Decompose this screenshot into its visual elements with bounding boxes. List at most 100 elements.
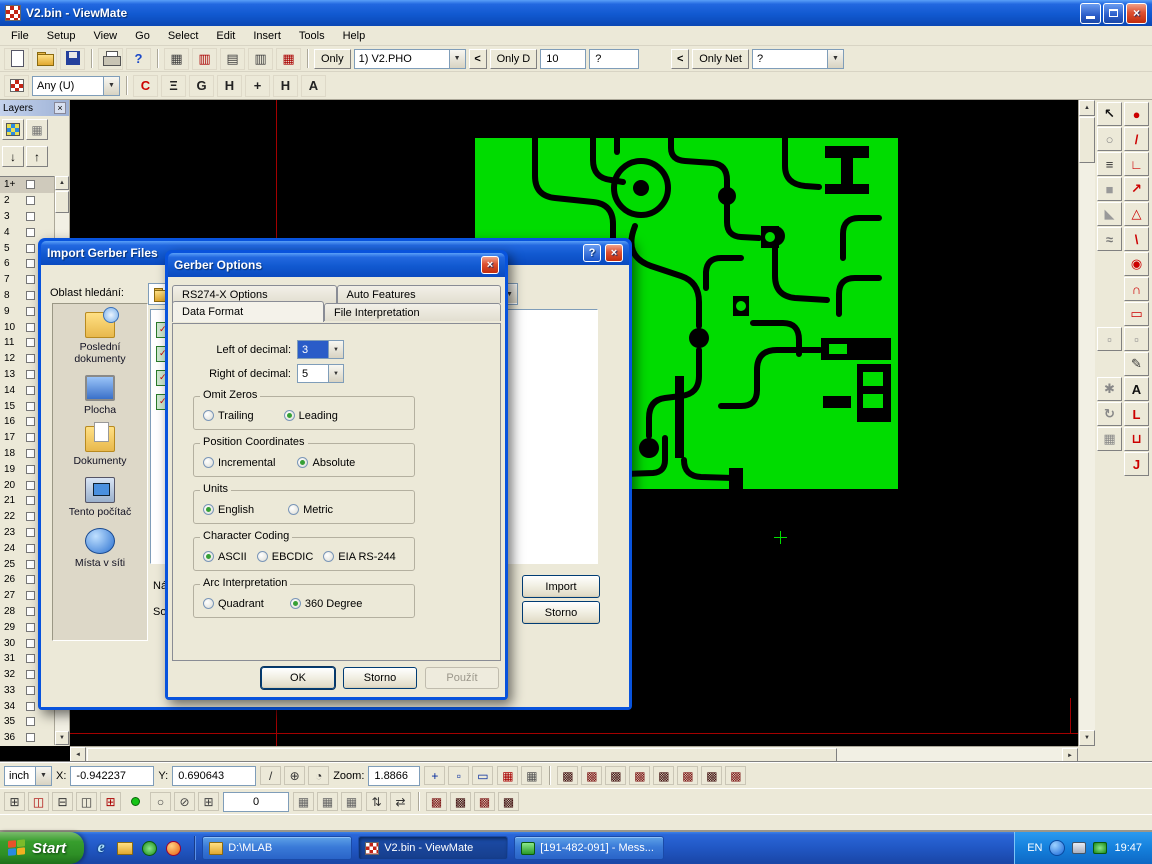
dropdown-arrow-icon[interactable]: ▼	[328, 341, 343, 358]
only-dcode-toggle[interactable]: Only D	[490, 49, 538, 69]
pattern-icon[interactable]: ▩	[629, 766, 650, 785]
radio-option[interactable]: Quadrant	[203, 598, 264, 610]
status-icon[interactable]: ⊞	[198, 792, 219, 811]
menu-item[interactable]: File	[2, 28, 38, 44]
layer-color-swatch[interactable]	[26, 291, 35, 300]
net-combo[interactable]: ? ▼	[752, 49, 844, 69]
pattern-icon[interactable]: ▩	[677, 766, 698, 785]
status-icon[interactable]: ⊕	[284, 766, 305, 785]
toolbar-icon[interactable]: ▥	[248, 48, 273, 70]
layer-color-swatch[interactable]	[26, 639, 35, 648]
internet-explorer-icon[interactable]	[92, 839, 110, 857]
shield-icon[interactable]	[142, 841, 157, 856]
pattern-icon[interactable]: ▩	[450, 792, 471, 811]
layer-color-swatch[interactable]	[26, 354, 35, 363]
pattern-icon[interactable]: ▩	[474, 792, 495, 811]
apply-button[interactable]: Použít	[425, 667, 499, 689]
layer-color-swatch[interactable]	[26, 386, 35, 395]
layer-grid-button[interactable]: ▦	[26, 119, 48, 140]
layer-color-swatch[interactable]	[26, 417, 35, 426]
new-file-button[interactable]	[4, 48, 29, 70]
radio-option[interactable]: English	[203, 504, 254, 516]
taskbar-task[interactable]: [191-482-091] - Mess...	[514, 836, 664, 860]
firefox-icon[interactable]	[166, 841, 181, 856]
tab[interactable]: File Interpretation	[324, 303, 501, 321]
print-button[interactable]	[98, 48, 123, 70]
layer-color-swatch[interactable]	[26, 512, 35, 521]
layers-panel-close-icon[interactable]: ×	[54, 102, 66, 114]
toolbar-icon[interactable]: ▦	[164, 48, 189, 70]
layer-row[interactable]: 1+	[0, 177, 54, 193]
toolbar-icon[interactable]: H	[273, 75, 298, 97]
layer-combo[interactable]: 1) V2.PHO ▼	[354, 49, 466, 69]
places-item[interactable]: Tento počítač	[54, 477, 146, 518]
layer-color-swatch[interactable]	[26, 433, 35, 442]
layer-color-swatch[interactable]	[26, 275, 35, 284]
dropdown-arrow-icon[interactable]: ▼	[103, 77, 119, 95]
pattern-icon[interactable]: ▩	[426, 792, 447, 811]
only-net-toggle[interactable]: Only Net	[692, 49, 749, 69]
scroll-up-icon[interactable]: ▲	[1079, 100, 1095, 116]
tool-icon[interactable]: ≡	[1097, 152, 1122, 176]
layer-color-swatch[interactable]	[26, 623, 35, 632]
radio-option[interactable]: 360 Degree	[290, 598, 363, 610]
open-file-button[interactable]	[32, 48, 57, 70]
zoom-tool-icon[interactable]: +	[424, 766, 445, 785]
pattern-icon[interactable]: ▩	[581, 766, 602, 785]
unit-combo[interactable]: inch ▼	[4, 766, 52, 786]
tool-icon[interactable]: ∟	[1124, 152, 1149, 176]
dialog-title-bar[interactable]: Gerber Options ×	[168, 253, 505, 277]
scroll-right-icon[interactable]: ►	[1062, 748, 1078, 763]
layer-color-swatch[interactable]	[26, 180, 35, 189]
aperture-shape-combo[interactable]: Any (U) ▼	[32, 76, 120, 96]
layer-color-swatch[interactable]	[26, 481, 35, 490]
dcode-value-field[interactable]: 10	[540, 49, 586, 69]
pattern-icon[interactable]: ▩	[701, 766, 722, 785]
security-tray-icon[interactable]	[1093, 842, 1107, 854]
tool-icon[interactable]: ▦	[1097, 427, 1122, 451]
tool-icon[interactable]	[1097, 252, 1122, 276]
horizontal-scrollbar[interactable]: ◄ ►	[70, 746, 1078, 762]
layers-panel-header[interactable]: Layers ×	[0, 100, 69, 116]
layer-move-up-button[interactable]: ↑	[26, 146, 48, 167]
dcode-query-field[interactable]: ?	[589, 49, 639, 69]
tool-icon[interactable]: ✱	[1097, 377, 1122, 401]
layer-color-swatch[interactable]	[26, 259, 35, 268]
status-icon[interactable]: ○	[150, 792, 171, 811]
tool-icon[interactable]: △	[1124, 202, 1149, 226]
tool-icon[interactable]	[1097, 302, 1122, 326]
ok-button[interactable]: OK	[261, 667, 335, 689]
taskbar-task[interactable]: D:\MLAB	[202, 836, 352, 860]
status-icon[interactable]: ◫	[76, 792, 97, 811]
tool-icon[interactable]: \	[1124, 227, 1149, 251]
tool-icon[interactable]: ▫	[1097, 327, 1122, 351]
layer-color-swatch[interactable]	[26, 465, 35, 474]
arrow-icon[interactable]: ⇅	[366, 792, 387, 811]
dialog-close-button[interactable]: ×	[481, 256, 499, 274]
tool-icon[interactable]	[1097, 352, 1122, 376]
cancel-button[interactable]: Storno	[522, 601, 600, 624]
layer-color-swatch[interactable]	[26, 370, 35, 379]
close-button[interactable]: ×	[1126, 3, 1147, 24]
tool-icon[interactable]: ◉	[1124, 252, 1149, 276]
import-button[interactable]: Import	[522, 575, 600, 598]
restore-button[interactable]	[1103, 3, 1124, 24]
scroll-left-icon[interactable]: ◄	[70, 747, 86, 762]
layer-color-swatch[interactable]	[26, 702, 35, 711]
scroll-up-icon[interactable]: ▲	[55, 176, 69, 190]
status-icon[interactable]: ◫	[28, 792, 49, 811]
tool-icon[interactable]: /	[1124, 127, 1149, 151]
radio-option[interactable]: ASCII	[203, 551, 247, 563]
status-icon[interactable]: ⊟	[52, 792, 73, 811]
tool-icon[interactable]: A	[1124, 377, 1149, 401]
radio-option[interactable]: EIA RS-244	[323, 551, 395, 563]
tool-icon[interactable]: ⊔	[1124, 427, 1149, 451]
layer-color-swatch[interactable]	[26, 591, 35, 600]
language-indicator[interactable]: EN	[1027, 842, 1042, 854]
menu-item[interactable]: Help	[334, 28, 375, 44]
menu-item[interactable]: View	[84, 28, 126, 44]
layer-color-swatch[interactable]	[26, 496, 35, 505]
tool-icon[interactable]: ✎	[1124, 352, 1149, 376]
zoom-tool-icon[interactable]: ▭	[472, 766, 493, 785]
toolbar-icon[interactable]: A	[301, 75, 326, 97]
